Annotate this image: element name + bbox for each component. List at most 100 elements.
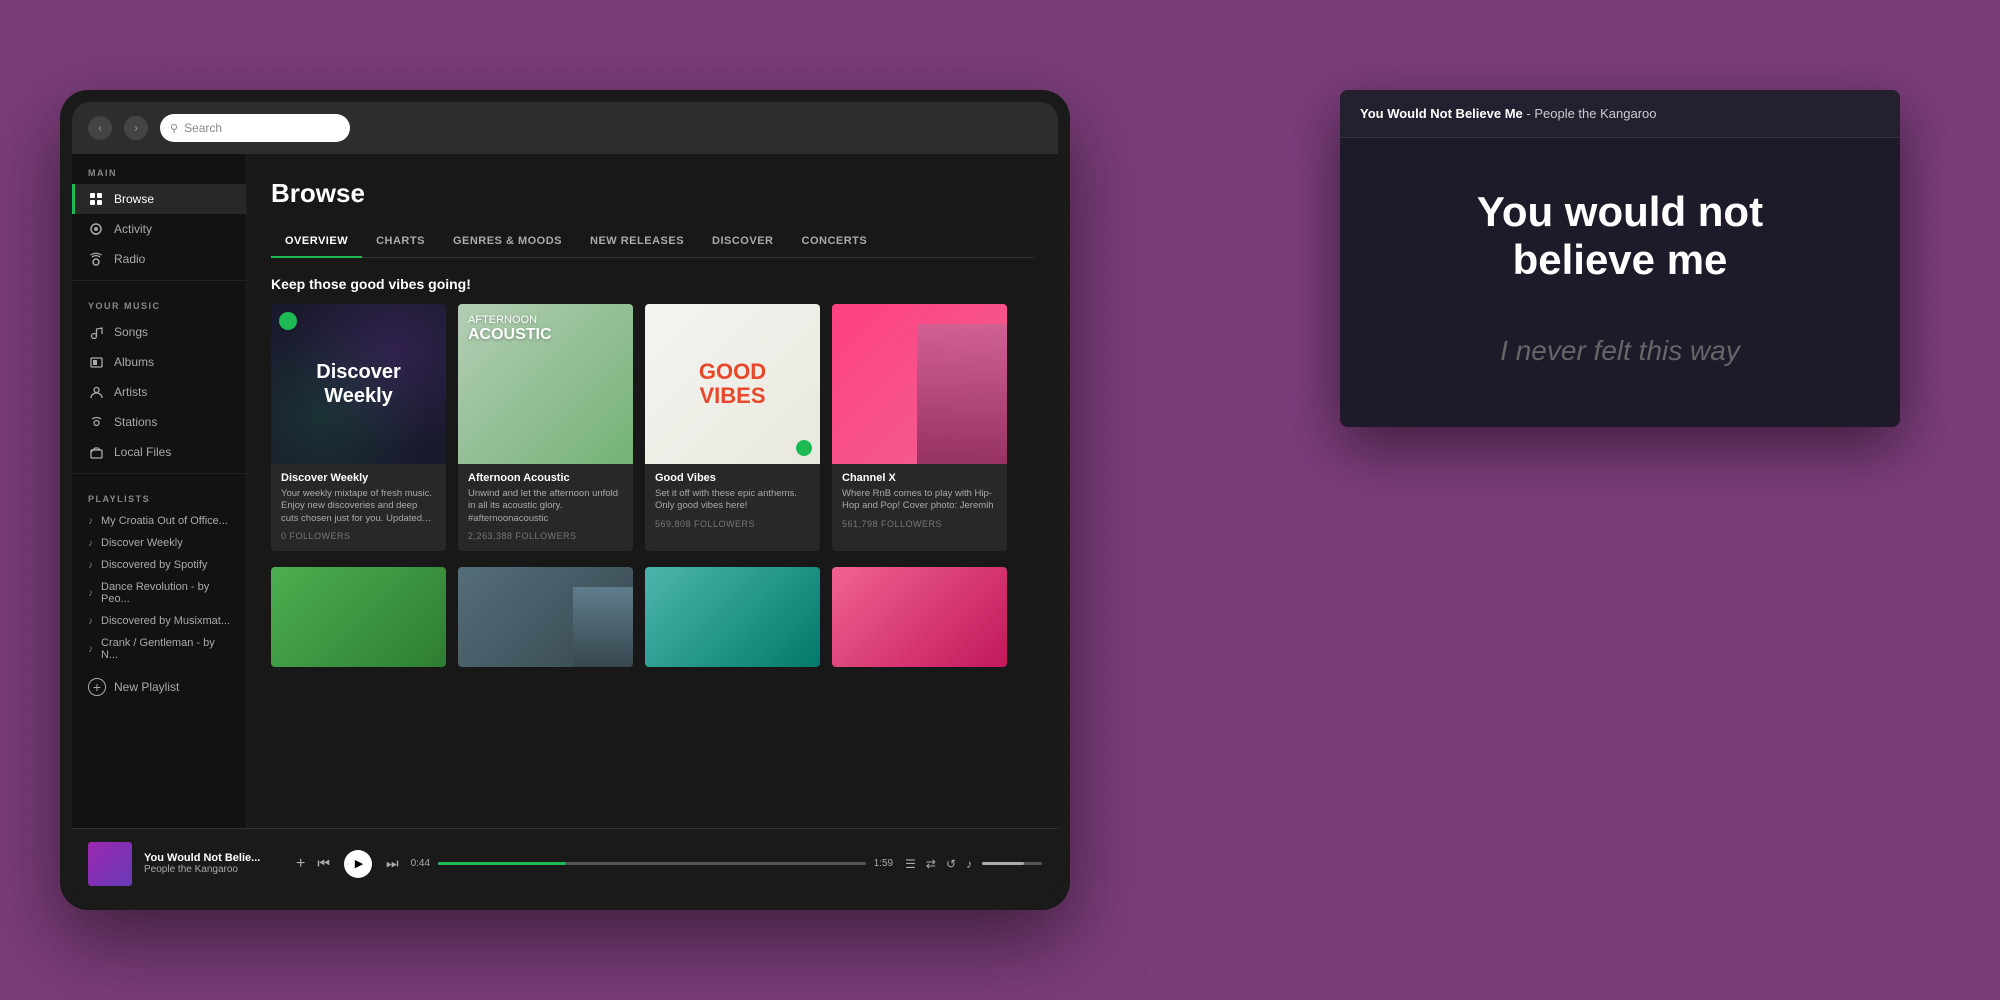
sidebar-activity-label: Activity [114,222,152,236]
spotify-logo [279,312,297,330]
sidebar-playlist-6[interactable]: ♪ Crank / Gentleman - by N... [72,632,246,666]
card-goodvibes-desc: Set it off with these epic anthems. Only… [655,488,810,513]
sidebar-playlist-3[interactable]: ♪ Discovered by Spotify [72,554,246,576]
card-goodvibes-info: Good Vibes Set it off with these epic an… [645,464,820,539]
lyrics-body: You would not believe me I never felt th… [1340,138,1900,427]
sidebar-item-activity[interactable]: Activity [72,214,246,244]
browse-icon [88,191,104,207]
app-body: MAIN Browse [72,154,1058,828]
card-discover-weekly[interactable]: Discover Weekly Discover Weekly Your wee… [271,304,446,551]
player-right-controls: ☰ ⇄ ↺ ♪ [905,857,1042,871]
section-title: Keep those good vibes going! [247,258,1058,304]
prev-button[interactable]: ⏮ [317,855,330,872]
sidebar-item-browse[interactable]: Browse [72,184,246,214]
card-acoustic-desc: Unwind and let the afternoon unfold in a… [468,488,623,525]
sidebar-item-artists[interactable]: Artists [72,377,246,407]
card-discover-text: Discover Weekly [271,344,446,424]
sidebar-songs-label: Songs [114,325,148,339]
sidebar-playlist-2[interactable]: ♪ Discover Weekly [72,532,246,554]
card-channel-x[interactable]: Channel X Where RnB comes to play with H… [832,304,1007,551]
card-discover-image: Discover Weekly [271,304,446,464]
browse-title: Browse [271,178,1034,209]
tab-new-releases[interactable]: NEW RELEASES [576,225,698,257]
sidebar-main-label: MAIN [72,154,246,184]
small-card-4[interactable] [832,567,1007,667]
sidebar-divider-2 [72,473,246,474]
cards-row-2 [247,567,1058,667]
card-goodvibes-followers: 569,808 FOLLOWERS [655,519,810,529]
lyrics-secondary-text: I never felt this way [1380,335,1860,367]
progress-bar[interactable] [438,862,866,865]
card-channelx-followers: 561,798 FOLLOWERS [842,519,997,529]
new-playlist-button[interactable]: + New Playlist [72,670,246,704]
play-pause-button[interactable]: ▶ [344,850,372,878]
playlist-3-label: Discovered by Spotify [101,559,207,571]
card-goodvibes-text: GOODVIBES [699,360,766,408]
spotify-app: ‹ › ⚲ Search MAIN [72,102,1058,898]
songs-icon [88,324,104,340]
sidebar-playlist-4[interactable]: ♪ Dance Revolution - by Peo... [72,576,246,610]
play-icon: ▶ [355,857,363,870]
browse-header: Browse OVERVIEW CHARTS GENRES & MOODS NE… [247,154,1058,258]
card-goodvibes-image: GOODVIBES [645,304,820,464]
sidebar-item-songs[interactable]: Songs [72,317,246,347]
card-discover-desc: Your weekly mixtape of fresh music. Enjo… [281,488,436,525]
card-acoustic-name: Afternoon Acoustic [468,472,623,484]
card-channelx-figure [917,324,1007,464]
card-acoustic-info: Afternoon Acoustic Unwind and let the af… [458,464,633,551]
app-header: ‹ › ⚲ Search [72,102,1058,154]
stations-icon [88,414,104,430]
sidebar-item-stations[interactable]: Stations [72,407,246,437]
tab-overview[interactable]: OVERVIEW [271,225,362,257]
tablet-device: ‹ › ⚲ Search MAIN [60,90,1070,910]
tabs-row: OVERVIEW CHARTS GENRES & MOODS NEW RELEA… [271,225,1034,258]
player-track-name: You Would Not Belie... [144,852,284,864]
albums-icon [88,354,104,370]
card-afternoon-acoustic[interactable]: AFTERNOON ACOUSTIC Afternoon Acoustic Un… [458,304,633,551]
forward-button[interactable]: › [124,116,148,140]
player-thumbnail [88,842,132,886]
radio-icon [88,251,104,267]
back-button[interactable]: ‹ [88,116,112,140]
tab-concerts[interactable]: CONCERTS [788,225,882,257]
next-button[interactable]: ⏭ [386,855,399,872]
card-good-vibes[interactable]: GOODVIBES Good Vibes Set it off with the… [645,304,820,551]
playlist-4-label: Dance Revolution - by Peo... [101,581,230,605]
sidebar-browse-label: Browse [114,192,154,206]
tab-discover[interactable]: DISCOVER [698,225,787,257]
small-card-2[interactable] [458,567,633,667]
playlist-2-label: Discover Weekly [101,537,183,549]
sidebar-item-local-files[interactable]: Local Files [72,437,246,467]
volume-icon[interactable]: ♪ [966,857,972,871]
playlist-1-label: My Croatia Out of Office... [101,515,228,527]
sidebar-radio-label: Radio [114,252,145,266]
time-elapsed: 0:44 [411,858,430,869]
volume-fill [982,862,1024,865]
card-goodvibes-name: Good Vibes [655,472,810,484]
queue-icon[interactable]: ☰ [905,857,916,871]
search-icon: ⚲ [170,122,178,135]
lyrics-artist: People the Kangaroo [1534,106,1656,121]
tab-charts[interactable]: CHARTS [362,225,439,257]
plus-circle-icon: + [88,678,106,696]
lyrics-line2: believe me [1513,236,1728,283]
volume-bar[interactable] [982,862,1042,865]
shuffle-icon[interactable]: ⇄ [926,857,936,871]
card-acoustic-followers: 2,263,388 FOLLOWERS [468,531,623,541]
small-card-1[interactable] [271,567,446,667]
search-box[interactable]: ⚲ Search [160,114,350,142]
small-card-3[interactable] [645,567,820,667]
sidebar-playlist-5[interactable]: ♪ Discovered by Musixmat... [72,610,246,632]
tab-genres-moods[interactable]: GENRES & MOODS [439,225,576,257]
card-discover-followers: 0 FOLLOWERS [281,531,436,541]
card-discover-info: Discover Weekly Your weekly mixtape of f… [271,464,446,551]
player-controls: ⏮ ▶ ⏭ [317,850,398,878]
sidebar-item-radio[interactable]: Radio [72,244,246,274]
repeat-icon[interactable]: ↺ [946,857,956,871]
playlist-6-label: Crank / Gentleman - by N... [101,637,230,661]
player-add-button[interactable]: + [296,855,305,873]
progress-fill [438,862,566,865]
sidebar-item-albums[interactable]: Albums [72,347,246,377]
card-channelx-image [832,304,1007,464]
sidebar-playlist-1[interactable]: ♪ My Croatia Out of Office... [72,510,246,532]
